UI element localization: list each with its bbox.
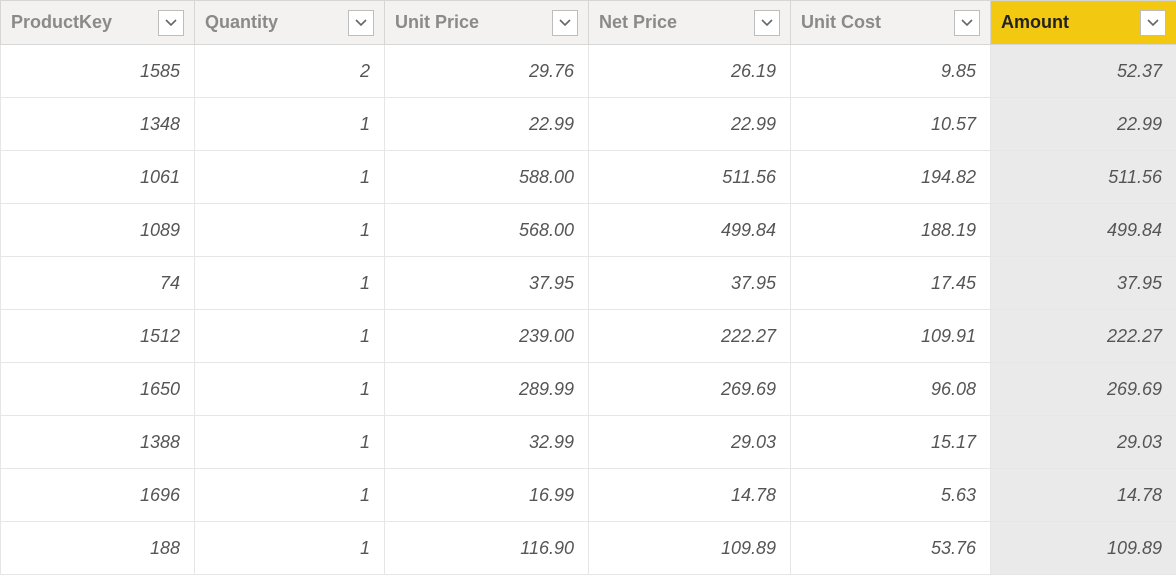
- column-label: Unit Cost: [801, 12, 881, 33]
- cell-productkey[interactable]: 1089: [1, 204, 195, 257]
- column-header-unit-price[interactable]: Unit Price: [385, 1, 589, 45]
- cell-quantity[interactable]: 1: [195, 416, 385, 469]
- cell-amount[interactable]: 37.95: [991, 257, 1176, 310]
- cell-unit-cost[interactable]: 5.63: [791, 469, 991, 522]
- cell-net-price[interactable]: 26.19: [589, 45, 791, 98]
- chevron-down-icon: [961, 19, 973, 27]
- column-header-amount[interactable]: Amount: [991, 1, 1176, 45]
- cell-unit-price[interactable]: 588.00: [385, 151, 589, 204]
- cell-unit-cost[interactable]: 96.08: [791, 363, 991, 416]
- column-header-net-price[interactable]: Net Price: [589, 1, 791, 45]
- table-row[interactable]: 1512 1 239.00 222.27 109.91 222.27: [1, 310, 1176, 363]
- cell-quantity[interactable]: 1: [195, 98, 385, 151]
- cell-unit-price[interactable]: 239.00: [385, 310, 589, 363]
- cell-productkey[interactable]: 74: [1, 257, 195, 310]
- cell-productkey[interactable]: 1585: [1, 45, 195, 98]
- cell-amount[interactable]: 22.99: [991, 98, 1176, 151]
- filter-button-productkey[interactable]: [158, 10, 184, 36]
- column-label: Net Price: [599, 12, 677, 33]
- cell-unit-cost[interactable]: 53.76: [791, 522, 991, 575]
- cell-quantity[interactable]: 1: [195, 522, 385, 575]
- filter-button-unit-price[interactable]: [552, 10, 578, 36]
- table-row[interactable]: 188 1 116.90 109.89 53.76 109.89: [1, 522, 1176, 575]
- cell-productkey[interactable]: 1650: [1, 363, 195, 416]
- cell-unit-cost[interactable]: 15.17: [791, 416, 991, 469]
- cell-unit-cost[interactable]: 194.82: [791, 151, 991, 204]
- cell-net-price[interactable]: 269.69: [589, 363, 791, 416]
- cell-productkey[interactable]: 1061: [1, 151, 195, 204]
- cell-productkey[interactable]: 1512: [1, 310, 195, 363]
- cell-unit-cost[interactable]: 109.91: [791, 310, 991, 363]
- cell-unit-price[interactable]: 32.99: [385, 416, 589, 469]
- cell-amount[interactable]: 222.27: [991, 310, 1176, 363]
- filter-button-quantity[interactable]: [348, 10, 374, 36]
- cell-quantity[interactable]: 1: [195, 204, 385, 257]
- cell-productkey[interactable]: 1388: [1, 416, 195, 469]
- column-label: ProductKey: [11, 12, 112, 33]
- table-row[interactable]: 1089 1 568.00 499.84 188.19 499.84: [1, 204, 1176, 257]
- filter-button-net-price[interactable]: [754, 10, 780, 36]
- header-row: ProductKey Quantity: [1, 1, 1176, 45]
- cell-unit-cost[interactable]: 188.19: [791, 204, 991, 257]
- cell-amount[interactable]: 499.84: [991, 204, 1176, 257]
- cell-amount[interactable]: 269.69: [991, 363, 1176, 416]
- chevron-down-icon: [559, 19, 571, 27]
- chevron-down-icon: [1147, 19, 1159, 27]
- cell-net-price[interactable]: 37.95: [589, 257, 791, 310]
- column-label: Amount: [1001, 12, 1069, 33]
- cell-unit-price[interactable]: 289.99: [385, 363, 589, 416]
- chevron-down-icon: [165, 19, 177, 27]
- column-label: Quantity: [205, 12, 278, 33]
- cell-unit-price[interactable]: 22.99: [385, 98, 589, 151]
- cell-quantity[interactable]: 1: [195, 310, 385, 363]
- column-header-unit-cost[interactable]: Unit Cost: [791, 1, 991, 45]
- cell-quantity[interactable]: 1: [195, 469, 385, 522]
- cell-productkey[interactable]: 1348: [1, 98, 195, 151]
- filter-button-unit-cost[interactable]: [954, 10, 980, 36]
- cell-quantity[interactable]: 2: [195, 45, 385, 98]
- table-row[interactable]: 1061 1 588.00 511.56 194.82 511.56: [1, 151, 1176, 204]
- cell-amount[interactable]: 511.56: [991, 151, 1176, 204]
- cell-unit-price[interactable]: 29.76: [385, 45, 589, 98]
- cell-net-price[interactable]: 109.89: [589, 522, 791, 575]
- column-label: Unit Price: [395, 12, 479, 33]
- column-header-quantity[interactable]: Quantity: [195, 1, 385, 45]
- cell-productkey[interactable]: 1696: [1, 469, 195, 522]
- cell-quantity[interactable]: 1: [195, 363, 385, 416]
- cell-quantity[interactable]: 1: [195, 151, 385, 204]
- cell-net-price[interactable]: 22.99: [589, 98, 791, 151]
- cell-unit-cost[interactable]: 10.57: [791, 98, 991, 151]
- cell-unit-price[interactable]: 568.00: [385, 204, 589, 257]
- cell-net-price[interactable]: 222.27: [589, 310, 791, 363]
- table-body: 1585 2 29.76 26.19 9.85 52.37 1348 1 22.…: [1, 45, 1176, 575]
- cell-unit-price[interactable]: 116.90: [385, 522, 589, 575]
- cell-amount[interactable]: 29.03: [991, 416, 1176, 469]
- cell-unit-price[interactable]: 37.95: [385, 257, 589, 310]
- cell-unit-cost[interactable]: 17.45: [791, 257, 991, 310]
- cell-productkey[interactable]: 188: [1, 522, 195, 575]
- chevron-down-icon: [761, 19, 773, 27]
- cell-unit-price[interactable]: 16.99: [385, 469, 589, 522]
- cell-net-price[interactable]: 511.56: [589, 151, 791, 204]
- column-header-productkey[interactable]: ProductKey: [1, 1, 195, 45]
- cell-amount[interactable]: 14.78: [991, 469, 1176, 522]
- cell-amount[interactable]: 52.37: [991, 45, 1176, 98]
- cell-net-price[interactable]: 499.84: [589, 204, 791, 257]
- table-row[interactable]: 1348 1 22.99 22.99 10.57 22.99: [1, 98, 1176, 151]
- cell-net-price[interactable]: 14.78: [589, 469, 791, 522]
- table-row[interactable]: 1388 1 32.99 29.03 15.17 29.03: [1, 416, 1176, 469]
- table-row[interactable]: 74 1 37.95 37.95 17.45 37.95: [1, 257, 1176, 310]
- chevron-down-icon: [355, 19, 367, 27]
- data-table: ProductKey Quantity: [0, 0, 1176, 577]
- table-row[interactable]: 1696 1 16.99 14.78 5.63 14.78: [1, 469, 1176, 522]
- cell-unit-cost[interactable]: 9.85: [791, 45, 991, 98]
- cell-net-price[interactable]: 29.03: [589, 416, 791, 469]
- cell-amount[interactable]: 109.89: [991, 522, 1176, 575]
- cell-quantity[interactable]: 1: [195, 257, 385, 310]
- filter-button-amount[interactable]: [1140, 10, 1166, 36]
- table-row[interactable]: 1650 1 289.99 269.69 96.08 269.69: [1, 363, 1176, 416]
- table-row[interactable]: 1585 2 29.76 26.19 9.85 52.37: [1, 45, 1176, 98]
